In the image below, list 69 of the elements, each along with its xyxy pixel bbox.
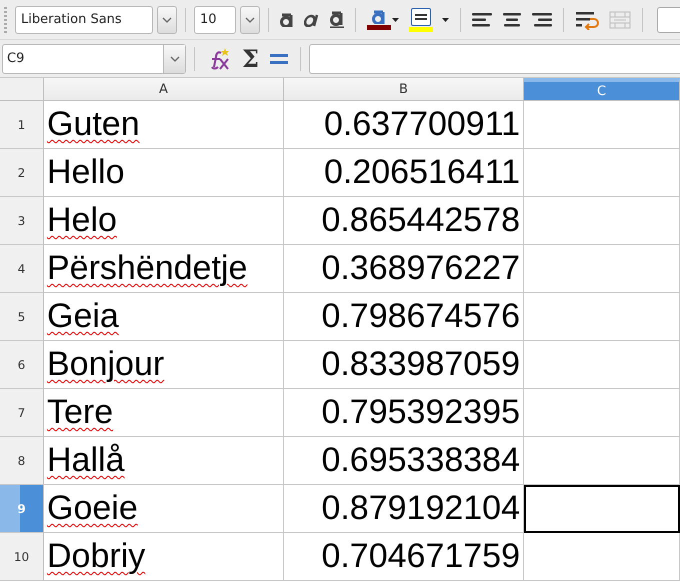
row-header[interactable]: 10 <box>0 533 44 581</box>
underline-icon <box>330 11 344 28</box>
font-name-dropdown[interactable] <box>157 6 177 34</box>
column-header[interactable]: A <box>44 78 284 101</box>
caret-icon <box>442 18 449 22</box>
word-cell-text: Goeie <box>47 490 138 528</box>
number-cell-text: 0.695338384 <box>321 442 520 480</box>
cell-cursor[interactable] <box>524 485 680 533</box>
toolbar-grip[interactable] <box>4 6 7 32</box>
word-cell-text: Hello <box>47 154 124 192</box>
empty-cell[interactable] <box>524 341 680 389</box>
highlight-icon <box>411 8 431 26</box>
toolbar-button[interactable] <box>657 6 680 32</box>
word-cell-text: Guten <box>47 106 140 144</box>
align-left-icon <box>472 12 492 26</box>
name-box-dropdown[interactable] <box>163 44 185 72</box>
number-cell-text: 0.833987059 <box>321 346 520 384</box>
empty-cell[interactable] <box>524 101 680 149</box>
caret-icon <box>392 18 399 22</box>
merge-cells-icon <box>609 10 631 28</box>
empty-cell[interactable] <box>524 293 680 341</box>
font-name-field[interactable]: Liberation Sans <box>15 6 153 34</box>
word-cell-text: Geia <box>47 298 119 336</box>
number-cell-text: 0.368976227 <box>321 250 520 288</box>
row-header[interactable]: 2 <box>0 149 44 197</box>
row-header[interactable]: 5 <box>0 293 44 341</box>
empty-cell[interactable] <box>524 533 680 581</box>
number-cell-text: 0.798674576 <box>321 298 520 336</box>
italic-icon <box>304 12 320 26</box>
number-cell-text: 0.704671759 <box>321 538 520 576</box>
word-cell-text: Përshëndetje <box>47 250 248 288</box>
number-cell-text: 0.206516411 <box>324 154 520 192</box>
word-cell-text: Hallå <box>47 442 124 480</box>
name-box[interactable]: C9 <box>2 44 186 74</box>
number-cell-text: 0.795392395 <box>321 394 520 432</box>
align-center-icon <box>502 12 522 26</box>
font-size-field[interactable]: 10 <box>194 6 236 34</box>
formula-input[interactable] <box>308 44 680 74</box>
word-cell-text: Helo <box>47 202 117 240</box>
row-header[interactable]: 1 <box>0 101 44 149</box>
sum-button[interactable]: Σ <box>239 44 262 72</box>
wrap-text-icon <box>575 10 599 30</box>
word-cell-text: Tere <box>47 394 114 432</box>
word-cell-text: Dobriy <box>47 538 146 576</box>
number-cell-text: 0.637700911 <box>324 106 520 144</box>
chevron-down-icon <box>162 16 172 22</box>
equals-icon <box>268 54 289 64</box>
empty-cell[interactable] <box>524 197 680 245</box>
row-header[interactable]: 3 <box>0 197 44 245</box>
empty-cell[interactable] <box>524 389 680 437</box>
empty-cell[interactable] <box>524 437 680 485</box>
number-cell-text: 0.879192104 <box>321 490 520 528</box>
row-header[interactable]: 8 <box>0 437 44 485</box>
font-color-icon <box>372 10 386 24</box>
row-header[interactable]: 7 <box>0 389 44 437</box>
empty-cell[interactable] <box>524 245 680 293</box>
select-all-corner[interactable] <box>0 78 44 101</box>
number-cell-text: 0.865442578 <box>321 202 520 240</box>
word-cell-text: Bonjour <box>47 346 164 384</box>
font-size-dropdown[interactable] <box>240 6 260 34</box>
cell-reference: C9 <box>7 51 24 66</box>
align-right-icon <box>532 12 552 26</box>
column-header[interactable]: B <box>284 78 524 101</box>
bold-icon <box>280 12 294 26</box>
chevron-down-icon <box>170 56 180 62</box>
chevron-down-icon <box>245 16 255 22</box>
empty-cell[interactable] <box>524 149 680 197</box>
row-header[interactable]: 6 <box>0 341 44 389</box>
row-header[interactable]: 4 <box>0 245 44 293</box>
